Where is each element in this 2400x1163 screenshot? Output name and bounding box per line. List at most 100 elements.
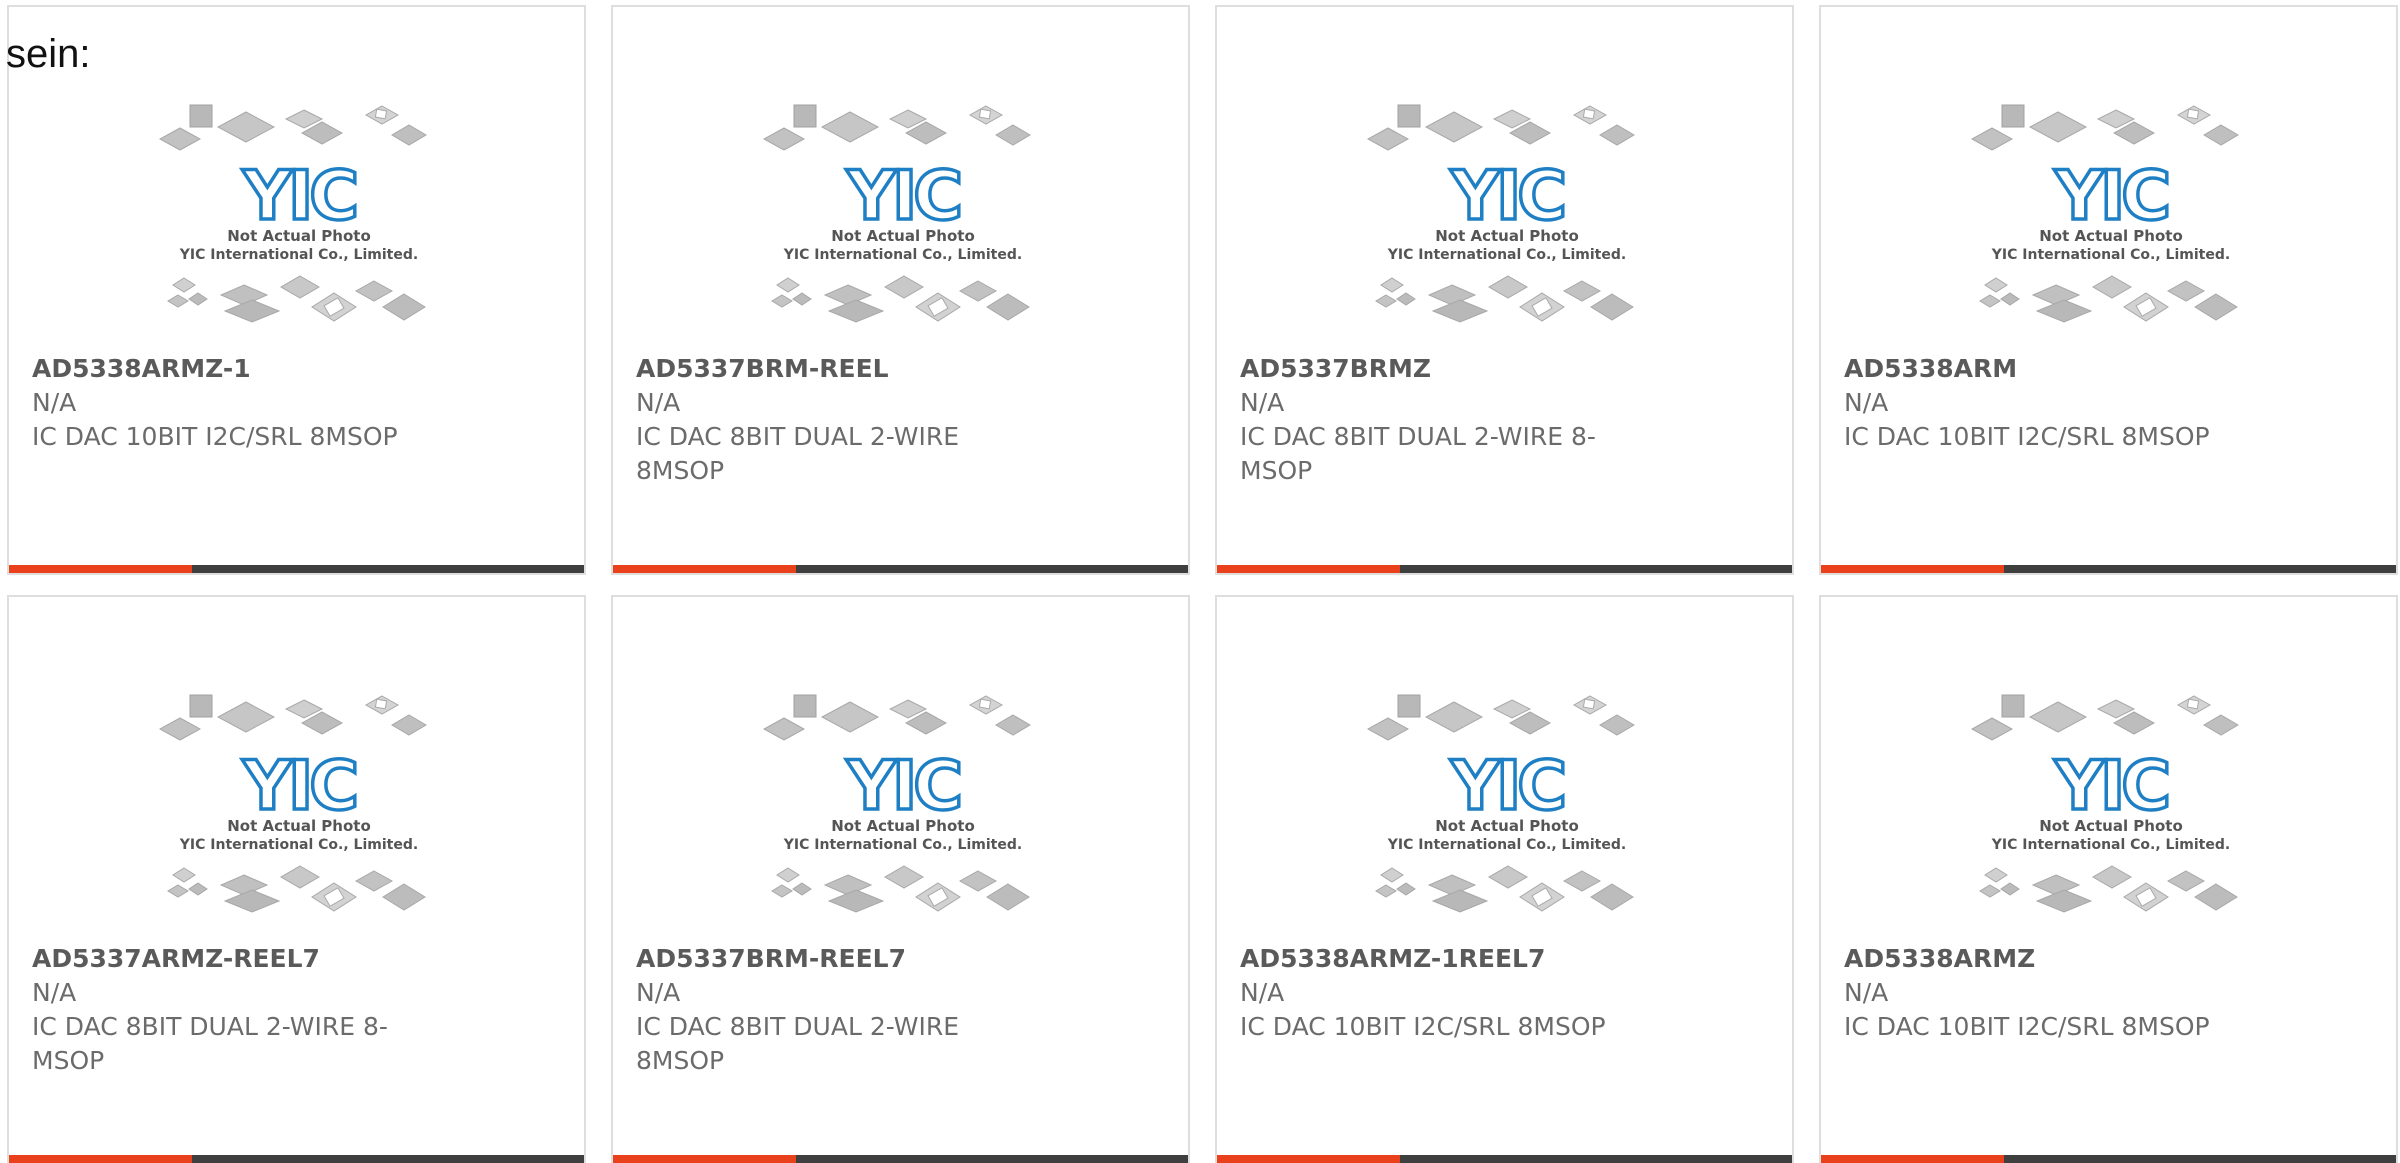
product-info: AD5338ARMZ-1 N/A IC DAC 10BIT I2C/SRL 8M…	[32, 352, 432, 454]
part-number[interactable]: AD5338ARMZ	[1844, 942, 2244, 976]
placeholder-photo: YICNot Actual Photo YIC International Co.…	[1970, 694, 2239, 913]
photo-caption: Not Actual Photo	[227, 227, 371, 245]
product-image[interactable]: YIC Not Actual Photo YIC International Co.…	[758, 97, 1048, 342]
chip-icon	[2000, 292, 2020, 306]
placeholder-photo: YICNot Actual Photo YIC International Co.…	[1366, 104, 1635, 323]
product-image[interactable]: YIC Not Actual Photo YIC International Co.…	[1966, 97, 2256, 342]
chips-top-cluster	[158, 694, 427, 741]
svg-text:YIC: YIC	[1450, 157, 1564, 236]
product-card[interactable]: YIC Not Actual Photo YIC International Co.…	[1215, 5, 1794, 575]
product-image[interactable]: YIC Not Actual Photo YIC International Co.…	[154, 687, 444, 932]
chip-icon	[1427, 284, 1477, 306]
chip-icon	[219, 284, 269, 306]
placeholder-photo: YICNot Actual Photo YIC International Co.…	[762, 104, 1031, 323]
chips-bottom-cluster	[771, 865, 1030, 913]
photo-caption: Not Actual Photo	[227, 817, 371, 835]
chip-icon	[1590, 883, 1634, 911]
product-image[interactable]: YIC Not Actual Photo YIC International Co.…	[1362, 97, 1652, 342]
product-info: AD5337BRMZ N/A IC DAC 8BIT DUAL 2-WIRE 8…	[1240, 352, 1640, 488]
product-card[interactable]: YIC Not Actual Photo YIC International Co.…	[7, 595, 586, 1163]
part-number[interactable]: AD5338ARM	[1844, 352, 2244, 386]
chip-icon	[823, 874, 873, 896]
part-number[interactable]: AD5337BRM-REEL7	[636, 942, 1036, 976]
product-card[interactable]: YIC Not Actual Photo YIC International Co.…	[7, 5, 586, 575]
chip-icon	[1984, 867, 2008, 883]
chip-icon	[1424, 701, 1484, 733]
part-number[interactable]: AD5338ARMZ-1REEL7	[1240, 942, 1640, 976]
product-card[interactable]: YIC Not Actual Photo YIC International Co.…	[1819, 5, 2398, 575]
chip-icon	[391, 124, 427, 146]
chip-icon	[158, 127, 202, 151]
photo-caption: YIC International Co., Limited.	[179, 837, 418, 853]
manufacturer: N/A	[32, 978, 77, 1007]
chip-icon	[2194, 883, 2238, 911]
chip-icon	[2035, 299, 2093, 323]
chip-icon	[820, 111, 880, 143]
description: IC DAC 8BIT DUAL 2-WIRE 8MSOP	[636, 1012, 959, 1075]
chip-icon	[2031, 284, 2081, 306]
chip-icon	[793, 104, 817, 128]
part-number[interactable]: AD5337ARMZ-REEL7	[32, 942, 432, 976]
chip-icon	[2166, 870, 2206, 892]
product-grid: YIC Not Actual Photo YIC International Co.…	[7, 5, 2398, 1163]
part-number[interactable]: AD5338ARMZ-1	[32, 352, 432, 386]
photo-caption: YIC International Co., Limited.	[1991, 837, 2230, 853]
product-info: AD5338ARM N/A IC DAC 10BIT I2C/SRL 8MSOP	[1844, 352, 2244, 454]
product-card[interactable]: YIC Not Actual Photo YIC International Co.…	[1215, 595, 1794, 1163]
chips-top-cluster	[762, 104, 1031, 151]
chips-top-cluster	[1366, 694, 1635, 741]
chips-top-cluster	[762, 694, 1031, 741]
product-card[interactable]: YIC Not Actual Photo YIC International Co.…	[611, 595, 1190, 1163]
chip-icon	[793, 694, 817, 718]
chip-icon	[1562, 870, 1602, 892]
chip-icon	[776, 867, 800, 883]
card-accent-bar	[613, 1155, 796, 1163]
product-image[interactable]: YIC Not Actual Photo YIC International Co.…	[758, 687, 1048, 932]
chip-icon	[958, 280, 998, 302]
part-number[interactable]: AD5337BRMZ	[1240, 352, 1640, 386]
svg-text:YIC: YIC	[846, 747, 960, 826]
placeholder-photo: YICNot Actual Photo YIC International Co.…	[762, 694, 1031, 913]
chips-bottom-cluster	[167, 275, 426, 323]
chip-icon	[762, 717, 806, 741]
chip-icon	[354, 280, 394, 302]
chips-bottom-cluster	[1375, 865, 1634, 913]
product-image[interactable]: YIC Not Actual Photo YIC International Co.…	[1362, 687, 1652, 932]
chip-icon	[986, 293, 1030, 321]
chip-icon	[391, 714, 427, 736]
chip-icon	[1590, 293, 1634, 321]
placeholder-photo: YICNot Actual Photo YIC International Co.…	[1970, 104, 2239, 323]
product-image[interactable]: YIC Not Actual Photo YIC International Co.…	[154, 97, 444, 342]
part-number[interactable]: AD5337BRM-REEL	[636, 352, 1036, 386]
chip-icon	[216, 111, 276, 143]
chip-icon	[1366, 127, 1410, 151]
placeholder-photo: YICNot Actual Photo YIC International Co.…	[158, 694, 427, 913]
chip-icon	[2092, 865, 2132, 889]
product-card[interactable]: YIC Not Actual Photo YIC International Co.…	[611, 5, 1190, 575]
chip-icon	[354, 870, 394, 892]
yic-logo: YIC	[240, 745, 361, 828]
product-info: AD5337BRM-REEL7 N/A IC DAC 8BIT DUAL 2-W…	[636, 942, 1036, 1078]
product-image[interactable]: YIC Not Actual Photo YIC International Co.…	[1966, 687, 2256, 932]
chip-icon	[216, 701, 276, 733]
description: IC DAC 8BIT DUAL 2-WIRE 8MSOP	[636, 422, 959, 485]
card-bottom-bar	[1217, 1155, 1792, 1163]
chip-icon	[792, 882, 812, 896]
chip-icon	[771, 294, 793, 308]
chip-icon	[1562, 280, 1602, 302]
chip-icon	[167, 294, 189, 308]
yic-logo: YIC	[2052, 745, 2173, 828]
chip-icon	[280, 275, 320, 299]
chips-bottom-cluster	[771, 275, 1030, 323]
chip-icon	[1397, 694, 1421, 718]
manufacturer: N/A	[636, 978, 681, 1007]
chips-top-cluster	[1970, 104, 2239, 151]
chip-icon	[1488, 865, 1528, 889]
chip-icon	[771, 884, 793, 898]
yic-logo: YIC	[2052, 155, 2173, 238]
product-card[interactable]: YIC Not Actual Photo YIC International Co.…	[1819, 595, 2398, 1163]
chips-bottom-cluster	[167, 865, 426, 913]
description: IC DAC 10BIT I2C/SRL 8MSOP	[1240, 1012, 1606, 1041]
chip-icon	[2001, 104, 2025, 128]
chip-icon	[1488, 275, 1528, 299]
